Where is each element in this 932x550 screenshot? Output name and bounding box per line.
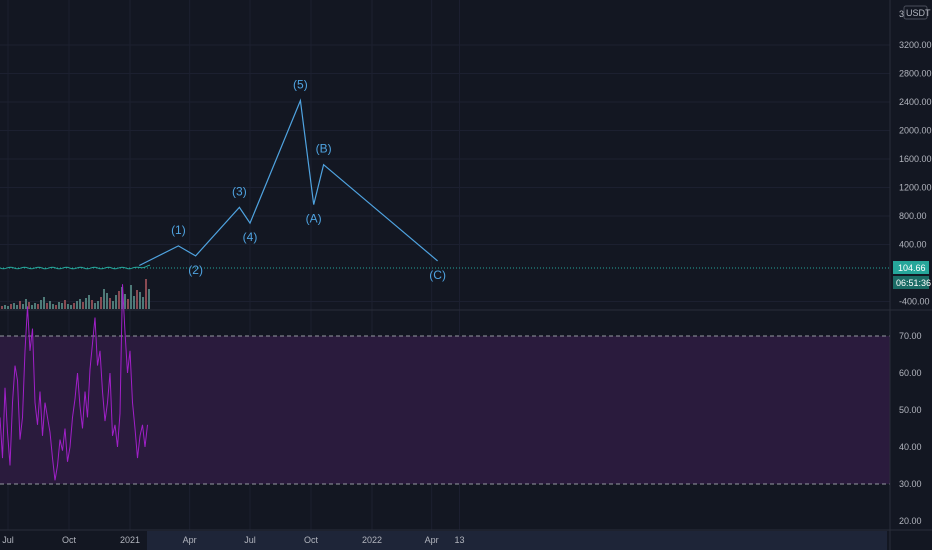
time-tick-label: Oct xyxy=(304,535,319,545)
volume-bar xyxy=(112,301,114,309)
chart-svg[interactable]: (1) (2) (3) (4) (5) (A) (B) (C) 3200.00 2800.00 2… xyxy=(0,0,932,550)
volume-bar xyxy=(148,289,150,309)
volume-bar xyxy=(133,296,135,309)
price-tick-label: 2400.00 xyxy=(899,97,932,107)
volume-bar xyxy=(85,298,87,309)
volume-bar xyxy=(103,289,105,309)
time-tick-label: 13 xyxy=(455,535,465,545)
time-tick-label: 2021 xyxy=(120,535,140,545)
volume-bar xyxy=(91,300,93,309)
volume-bar xyxy=(142,297,144,309)
volume-bar xyxy=(136,290,138,309)
price-tick-label: 1600.00 xyxy=(899,154,932,164)
volume-bar xyxy=(124,294,126,309)
volume-bar xyxy=(31,305,33,309)
volume-bar xyxy=(79,299,81,309)
time-badge-value: 06:51:36 xyxy=(896,278,931,288)
time-axis-highlight xyxy=(147,531,887,550)
time-tick-label: 2022 xyxy=(362,535,382,545)
rsi-tick-label: 40.00 xyxy=(899,442,922,452)
volume-bar xyxy=(118,291,120,309)
rsi-tick-label: 20.00 xyxy=(899,516,922,526)
volume-bar xyxy=(97,301,99,309)
time-tick-label: Jul xyxy=(2,535,14,545)
time-tick-label: Apr xyxy=(183,535,197,545)
volume-bar xyxy=(4,305,6,309)
volume-bar xyxy=(130,285,132,309)
scale-marker: 3 xyxy=(899,9,904,19)
price-tick-label: 2800.00 xyxy=(899,69,932,79)
price-tick-label: -400.00 xyxy=(899,297,930,307)
volume-bar xyxy=(46,303,48,309)
volume-bar xyxy=(22,304,24,309)
volume-bar xyxy=(73,303,75,309)
wave-label: (4) xyxy=(243,230,258,244)
volume-bar xyxy=(67,304,69,309)
wave-label: (1) xyxy=(171,223,186,237)
volume-bar xyxy=(115,295,117,309)
volume-bar xyxy=(76,301,78,309)
price-tick-label: 3200.00 xyxy=(899,40,932,50)
volume-bar xyxy=(58,302,60,309)
volume-bar xyxy=(55,305,57,309)
volume-bar xyxy=(94,303,96,309)
wave-label: (5) xyxy=(293,78,308,92)
rsi-tick-label: 50.00 xyxy=(899,405,922,415)
wave-label: (C) xyxy=(429,268,446,282)
currency-label: USDT xyxy=(906,8,931,18)
volume-bar xyxy=(43,297,45,309)
volume-bar xyxy=(82,302,84,309)
volume-bar xyxy=(139,292,141,309)
volume-bar xyxy=(37,304,39,309)
volume-bar xyxy=(100,297,102,309)
volume-bar xyxy=(106,293,108,309)
rsi-tick-label: 30.00 xyxy=(899,479,922,489)
time-tick-label: Apr xyxy=(425,535,439,545)
volume-bar xyxy=(40,300,42,309)
chart-root: (1) (2) (3) (4) (5) (A) (B) (C) 3200.00 2800.00 2… xyxy=(0,0,932,550)
rsi-tick-label: 70.00 xyxy=(899,331,922,341)
rsi-tick-label: 60.00 xyxy=(899,368,922,378)
volume-bar xyxy=(127,299,129,309)
wave-label: (3) xyxy=(232,184,247,198)
volume-bar xyxy=(64,300,66,309)
volume-bar xyxy=(88,295,90,309)
time-tick-label: Jul xyxy=(244,535,256,545)
volume-bar xyxy=(34,303,36,309)
volume-bar xyxy=(1,306,3,309)
price-tick-label: 400.00 xyxy=(899,240,927,250)
volume-bar xyxy=(10,304,12,309)
price-badge-value: 104.66 xyxy=(898,263,926,273)
volume-bar xyxy=(28,302,30,309)
wave-label: (2) xyxy=(188,263,203,277)
volume-bar xyxy=(16,305,18,309)
wave-label: (A) xyxy=(306,212,322,226)
volume-bar xyxy=(7,306,9,309)
price-tick-label: 800.00 xyxy=(899,211,927,221)
volume-bar xyxy=(109,298,111,309)
volume-bar xyxy=(61,303,63,309)
price-tick-label: 2000.00 xyxy=(899,126,932,136)
time-tick-label: Oct xyxy=(62,535,77,545)
wave-label: (B) xyxy=(316,142,332,156)
volume-bar xyxy=(145,279,147,309)
volume-bar xyxy=(25,299,27,309)
volume-bar xyxy=(13,303,15,309)
volume-bar xyxy=(70,305,72,309)
price-tick-label: 1200.00 xyxy=(899,183,932,193)
volume-bar xyxy=(19,301,21,309)
volume-bar xyxy=(49,301,51,309)
volume-bar xyxy=(52,304,54,309)
